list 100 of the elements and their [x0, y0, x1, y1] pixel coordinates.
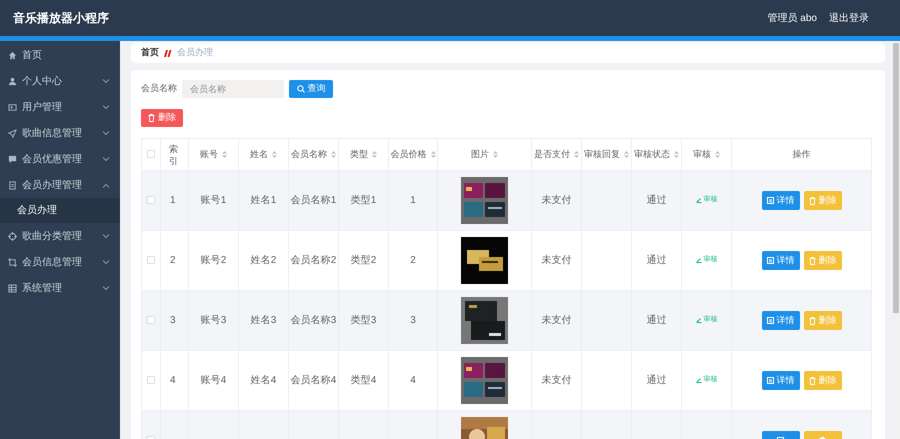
scrollbar[interactable]: [892, 41, 900, 439]
document-icon: [766, 377, 774, 384]
chevron-icon: [102, 286, 110, 290]
detail-button[interactable]: 详情: [762, 251, 800, 270]
column-header[interactable]: 类型: [350, 148, 368, 159]
checkbox[interactable]: [147, 376, 155, 384]
table-cell: 姓名1: [250, 195, 276, 206]
search-field[interactable]: 会员名称: [182, 80, 284, 98]
table-cell: 通过: [646, 255, 666, 266]
trash-icon: [808, 316, 816, 324]
column-header[interactable]: 会员名称: [291, 148, 327, 159]
trash-icon: [148, 114, 155, 122]
document-icon: [766, 257, 774, 264]
send-icon: [8, 128, 17, 138]
document-icon: [8, 180, 17, 190]
checkbox[interactable]: [147, 196, 155, 204]
column-header[interactable]: 审核状态: [634, 148, 670, 159]
chat-icon: [8, 154, 17, 164]
chevron-icon: [102, 156, 110, 162]
edit-icon: [696, 257, 702, 263]
sidebar-item[interactable]: 首页: [0, 42, 120, 68]
table-cell: 1: [170, 195, 176, 206]
sort-icon[interactable]: [674, 150, 679, 158]
logo-icon: [163, 48, 173, 58]
sort-icon[interactable]: [574, 150, 579, 158]
table-cell: 3: [410, 315, 416, 326]
user-icon: [8, 76, 17, 86]
sidebar-item[interactable]: 歌曲信息管理: [0, 120, 120, 146]
table-cell: 姓名4: [250, 375, 276, 386]
column-header[interactable]: 是否支付: [534, 148, 570, 159]
sidebar-item[interactable]: 会员信息管理: [0, 249, 120, 275]
chevron-icon: [102, 234, 110, 238]
crosshair-icon: [8, 232, 17, 240]
column-header[interactable]: 会员价格: [390, 148, 426, 159]
trash-icon: [808, 256, 816, 264]
table-cell: 会员名称4: [290, 375, 336, 386]
table-cell: 未支付: [542, 195, 572, 206]
search-label: 会员名称: [141, 82, 177, 96]
sidebar-item[interactable]: 歌曲分类管理: [0, 223, 120, 249]
table-cell: 姓名2: [250, 255, 276, 266]
column-header[interactable]: 图片: [471, 148, 489, 159]
checkbox[interactable]: [147, 316, 155, 324]
table-cell: 会员名称3: [290, 315, 336, 326]
detail-button[interactable]: 详情: [762, 371, 800, 390]
table-cell: 类型2: [350, 255, 376, 266]
sort-icon[interactable]: [715, 150, 720, 158]
sidebar-item[interactable]: 会员办理管理: [0, 172, 120, 198]
table-cell: 4: [410, 375, 416, 386]
crop-icon: [8, 258, 17, 266]
breadcrumb-current: 会员办理: [177, 46, 213, 60]
chevron-icon: [102, 130, 110, 136]
table-cell: 账号3: [200, 315, 226, 326]
document-icon: [766, 197, 774, 204]
sidebar-item[interactable]: 用户管理: [0, 94, 120, 120]
logout-link[interactable]: 退出登录: [829, 10, 869, 26]
table-cell: 通过: [646, 375, 666, 386]
detail-button[interactable]: 详情: [762, 191, 800, 210]
table-cell: 类型4: [350, 375, 376, 386]
column-header[interactable]: 姓名: [250, 148, 268, 159]
sidebar-item[interactable]: 个人中心: [0, 68, 120, 94]
chevron-icon: [102, 182, 110, 188]
sort-icon[interactable]: [430, 150, 436, 158]
edit-icon: [696, 377, 702, 383]
edit-icon: [696, 317, 702, 323]
user-label: 管理员 abo: [768, 12, 817, 26]
sort-icon[interactable]: [222, 150, 227, 158]
chevron-icon: [102, 78, 110, 84]
sort-icon[interactable]: [493, 150, 498, 158]
grid-icon: [8, 284, 17, 292]
table-cell: 通过: [646, 315, 666, 326]
table-cell: 未支付: [542, 375, 572, 386]
checkbox[interactable]: [147, 256, 155, 264]
sidebar-item[interactable]: 系统管理: [0, 275, 120, 301]
column-header: 索引: [169, 142, 179, 166]
sort-icon[interactable]: [331, 150, 336, 158]
column-header[interactable]: 审核: [693, 148, 711, 159]
table-cell: 账号1: [200, 195, 226, 206]
column-header[interactable]: 账号: [200, 148, 218, 159]
column-header: 操作: [792, 148, 810, 159]
sort-icon[interactable]: [272, 150, 277, 158]
breadcrumb-home[interactable]: 首页: [141, 46, 159, 60]
table-cell: 未支付: [542, 255, 572, 266]
table-cell: 1: [410, 195, 416, 206]
table-cell: 账号2: [200, 255, 226, 266]
column-header[interactable]: 审核回复: [584, 148, 620, 159]
search-icon: [296, 85, 304, 93]
delete-button[interactable]: 删除: [141, 109, 183, 127]
sort-icon[interactable]: [624, 150, 629, 158]
table-cell: 2: [170, 255, 176, 266]
submenu-item[interactable]: 会员办理: [0, 198, 120, 223]
sort-icon[interactable]: [372, 150, 377, 158]
table-cell: 会员名称2: [290, 255, 336, 266]
search-button[interactable]: 查询: [289, 80, 333, 98]
trash-icon: [808, 376, 816, 384]
sidebar-item[interactable]: 会员优惠管理: [0, 146, 120, 172]
checkbox[interactable]: [147, 150, 155, 158]
table-cell: 3: [170, 315, 176, 326]
detail-button[interactable]: 详情: [762, 311, 800, 330]
trash-icon: [808, 196, 816, 204]
chevron-icon: [102, 260, 110, 264]
